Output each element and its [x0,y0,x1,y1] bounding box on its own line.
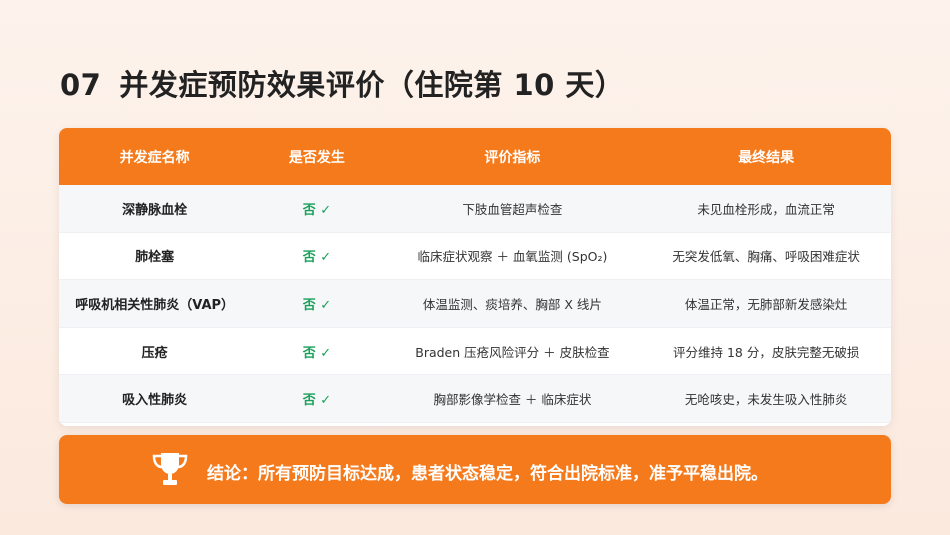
cell-name: 深静脉血栓 [59,185,251,233]
cell-indicator: Braden 压疮风险评分 ＋ 皮肤检查 [383,327,642,376]
title-text: 并发症预防效果评价（住院第 10 天） [119,68,625,102]
cell-name: 肺栓塞 [59,232,251,281]
cell-indicator: 下肢血管超声检查 [383,185,642,233]
cell-name: 呼吸机相关性肺炎（VAP） [59,279,251,328]
cell-result: 体温正常，无肺部新发感染灶 [641,279,891,328]
cell-result: 无呛咳史，未发生吸入性肺炎 [641,374,891,423]
cell-result: 无突发低氧、胸痛、呼吸困难症状 [641,232,891,281]
cell-status: 否 ✓ [250,232,384,281]
header-result: 最终结果 [641,128,891,185]
cell-indicator: 体温监测、痰培养、胸部 X 线片 [383,279,642,328]
table-header-row: 并发症名称 是否发生 评价指标 最终结果 [59,128,891,185]
cell-name: 压疮 [59,327,251,376]
complication-table-card: 并发症名称 是否发生 评价指标 最终结果 深静脉血栓 否 ✓ 下肢血管超声检查 … [59,128,891,426]
cell-indicator: 胸部影像学检查 ＋ 临床症状 [383,374,642,423]
cell-status: 否 ✓ [250,185,384,233]
table-row: 压疮 否 ✓ Braden 压疮风险评分 ＋ 皮肤检查 评分维持 18 分，皮肤… [59,327,891,376]
cell-status: 否 ✓ [250,374,384,423]
table-row: 呼吸机相关性肺炎（VAP） 否 ✓ 体温监测、痰培养、胸部 X 线片 体温正常，… [59,279,891,328]
table-row: 深静脉血栓 否 ✓ 下肢血管超声检查 未见血栓形成，血流正常 [59,185,891,233]
cell-name: 吸入性肺炎 [59,374,251,423]
conclusion-banner: 结论：所有预防目标达成，患者状态稳定，符合出院标准，准予平稳出院。 [59,435,891,504]
page-title: 07 并发症预防效果评价（住院第 10 天） [60,62,624,104]
complication-table: 并发症名称 是否发生 评价指标 最终结果 深静脉血栓 否 ✓ 下肢血管超声检查 … [59,128,891,423]
table-row: 吸入性肺炎 否 ✓ 胸部影像学检查 ＋ 临床症状 无呛咳史，未发生吸入性肺炎 [59,374,891,423]
conclusion-text: 结论：所有预防目标达成，患者状态稳定，符合出院标准，准予平稳出院。 [207,464,768,484]
table-row: 肺栓塞 否 ✓ 临床症状观察 ＋ 血氧监测 (SpO₂) 无突发低氧、胸痛、呼吸… [59,232,891,281]
cell-status: 否 ✓ [250,279,384,328]
cell-status: 否 ✓ [250,327,384,376]
cell-result: 评分维持 18 分，皮肤完整无破损 [641,327,891,376]
cell-indicator: 临床症状观察 ＋ 血氧监测 (SpO₂) [383,232,642,281]
header-occurred: 是否发生 [250,128,384,185]
header-complication-name: 并发症名称 [59,128,251,185]
trophy-icon [152,453,188,485]
cell-result: 未见血栓形成，血流正常 [641,185,891,233]
header-indicator: 评价指标 [383,128,642,185]
section-number: 07 [60,68,102,102]
